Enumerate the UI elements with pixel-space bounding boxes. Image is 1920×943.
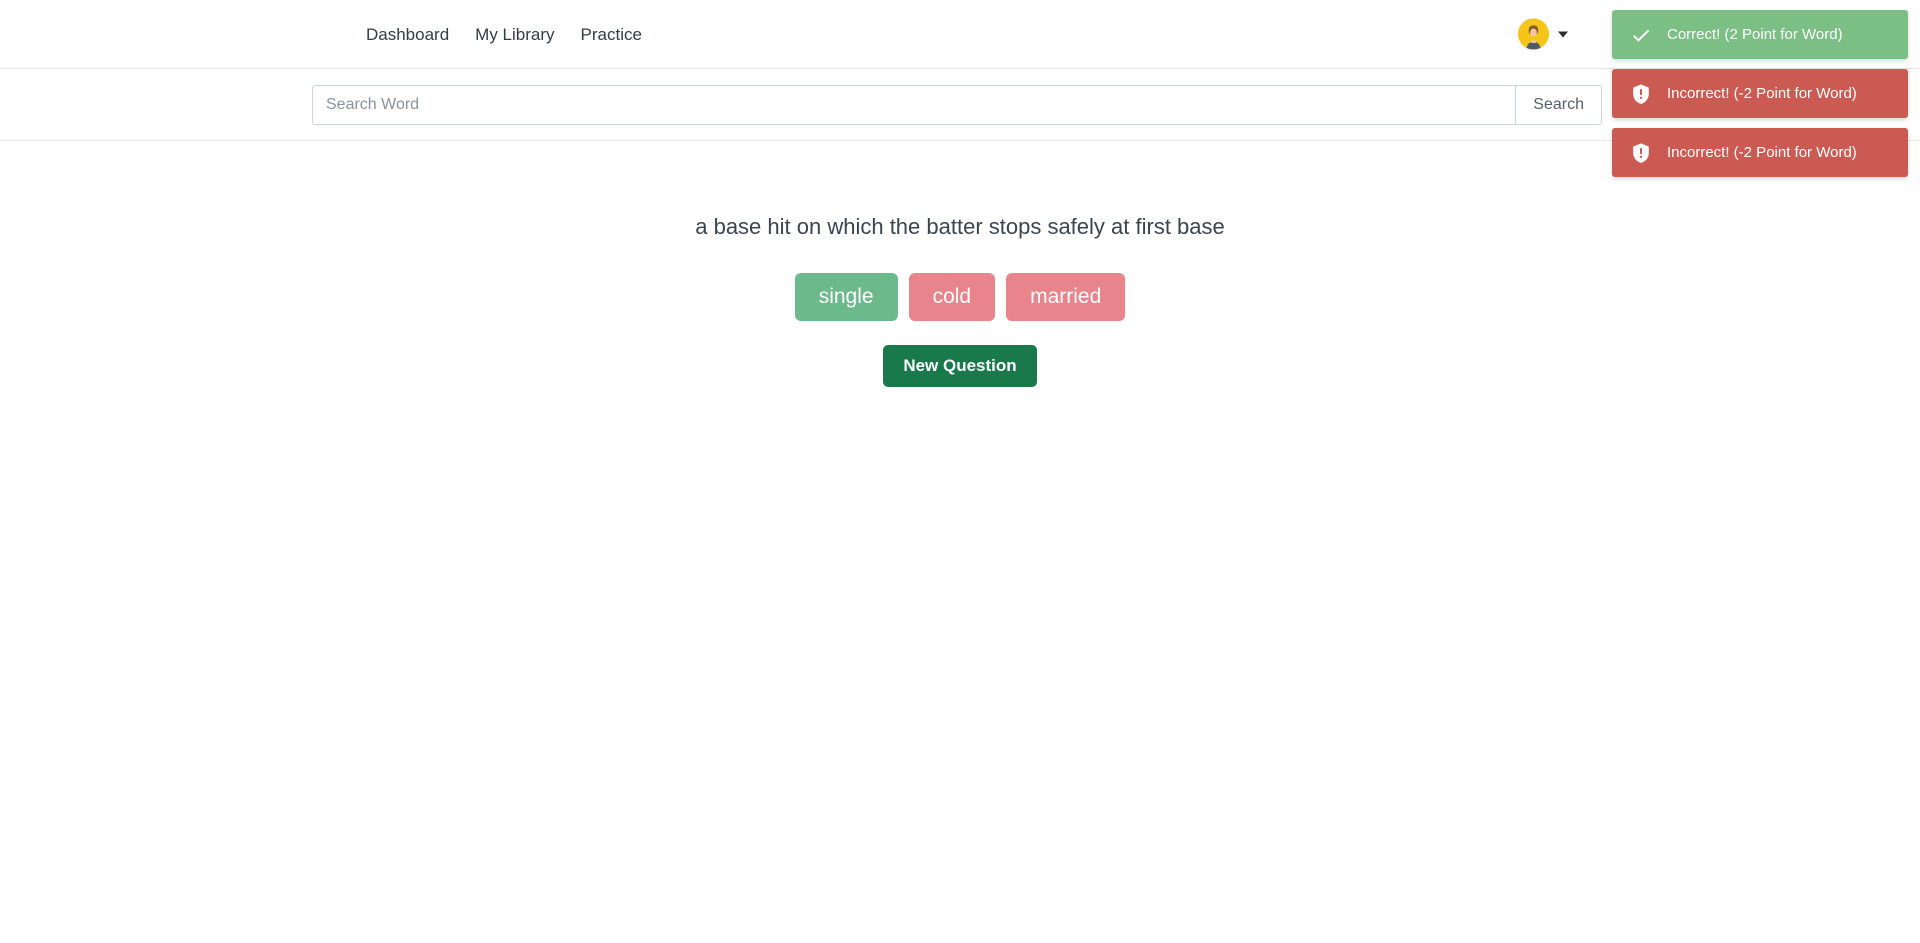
quiz-panel: a base hit on which the batter stops saf…: [0, 141, 1920, 388]
shield-exclamation-icon: [1630, 83, 1652, 105]
question-text: a base hit on which the batter stops saf…: [695, 214, 1225, 239]
toast-notification[interactable]: Correct! (2 Point for Word): [1612, 10, 1908, 59]
search-button[interactable]: Search: [1515, 84, 1602, 125]
answer-choice-button[interactable]: cold: [908, 272, 996, 321]
toast-notification-stack: Correct! (2 Point for Word) Incorrect! (…: [1612, 10, 1908, 177]
nav-link-dashboard[interactable]: Dashboard: [366, 26, 449, 43]
chevron-down-icon[interactable]: [1558, 31, 1568, 37]
toast-message: Incorrect! (-2 Point for Word): [1667, 144, 1857, 161]
account-menu[interactable]: [1518, 18, 1568, 50]
toast-message: Incorrect! (-2 Point for Word): [1667, 85, 1857, 102]
search-input[interactable]: [312, 84, 1516, 125]
toast-notification[interactable]: Incorrect! (-2 Point for Word): [1612, 69, 1908, 118]
answer-choice-button[interactable]: single: [794, 272, 898, 321]
answer-choices: single cold married: [0, 272, 1920, 321]
main-nav: Dashboard My Library Practice: [366, 26, 642, 43]
nav-link-practice[interactable]: Practice: [581, 26, 642, 43]
toast-message: Correct! (2 Point for Word): [1667, 26, 1843, 43]
shield-exclamation-icon: [1630, 142, 1652, 164]
check-icon: [1630, 24, 1652, 46]
nav-link-my-library[interactable]: My Library: [475, 26, 554, 43]
user-avatar-icon[interactable]: [1518, 18, 1549, 50]
search-group: Search: [312, 84, 1602, 125]
toast-notification[interactable]: Incorrect! (-2 Point for Word): [1612, 128, 1908, 177]
new-question-button[interactable]: New Question: [883, 344, 1037, 388]
answer-choice-button[interactable]: married: [1006, 272, 1126, 321]
